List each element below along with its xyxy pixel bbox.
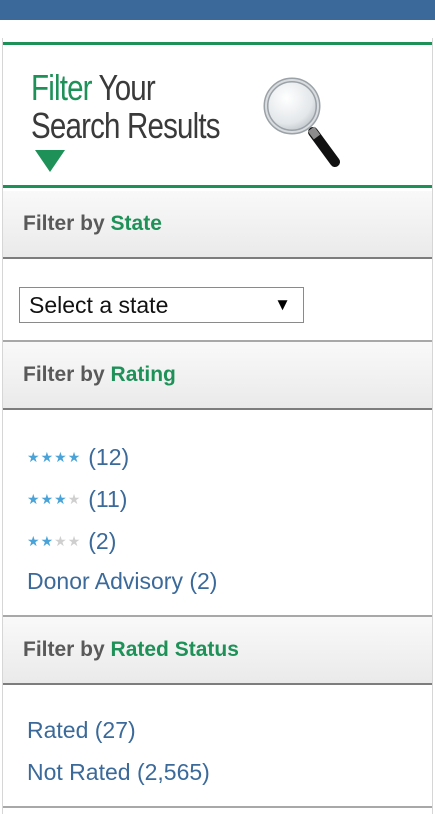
rated-link[interactable]: Rated (27) <box>27 717 136 744</box>
star-icon: ★ <box>67 533 81 549</box>
rating-2-stars-link[interactable]: ★ ★ ★ ★ (2) <box>27 526 116 556</box>
top-header-bar <box>0 0 435 20</box>
star-icon: ★ <box>40 533 54 549</box>
star-icon: ★ <box>54 491 67 507</box>
banner-title: Filter Your Search Results <box>31 67 221 146</box>
star-icon: ★ <box>27 491 40 507</box>
donor-advisory-link[interactable]: Donor Advisory (2) <box>27 568 217 595</box>
rated-status-filter-header[interactable]: Filter by Rated Status <box>3 617 432 685</box>
triangle-down-icon <box>35 150 65 172</box>
star-icon: ★ <box>27 449 40 465</box>
star-icon: ★ <box>67 449 81 465</box>
rating-3-stars-link[interactable]: ★ ★ ★ ★ (11) <box>27 484 127 514</box>
not-rated-link[interactable]: Not Rated (2,565) <box>27 759 210 786</box>
star-icon: ★ <box>40 449 54 465</box>
state-filter-header[interactable]: Filter by State <box>3 191 432 259</box>
filter-banner: Filter Your Search Results <box>3 42 432 188</box>
star-rating-icon: ★ ★ ★ ★ <box>27 492 80 506</box>
star-icon: ★ <box>40 491 54 507</box>
rating-filter-header[interactable]: Filter by Rating <box>3 342 432 410</box>
star-icon: ★ <box>27 533 40 549</box>
dropdown-arrow-icon: ▼ <box>274 295 291 314</box>
star-icon: ★ <box>54 449 67 465</box>
rating-4-stars-link[interactable]: ★ ★ ★ ★ (12) <box>27 442 129 472</box>
star-rating-icon: ★ ★ ★ ★ <box>27 450 80 464</box>
filter-panel: Filter Your Search Results Filter by Sta… <box>2 38 433 814</box>
magnifier-icon <box>263 77 340 167</box>
state-select[interactable]: Select a state ▼ <box>19 287 304 323</box>
star-icon: ★ <box>67 491 81 507</box>
star-icon: ★ <box>54 533 67 549</box>
divider <box>3 806 432 808</box>
star-rating-icon: ★ ★ ★ ★ <box>27 534 80 548</box>
